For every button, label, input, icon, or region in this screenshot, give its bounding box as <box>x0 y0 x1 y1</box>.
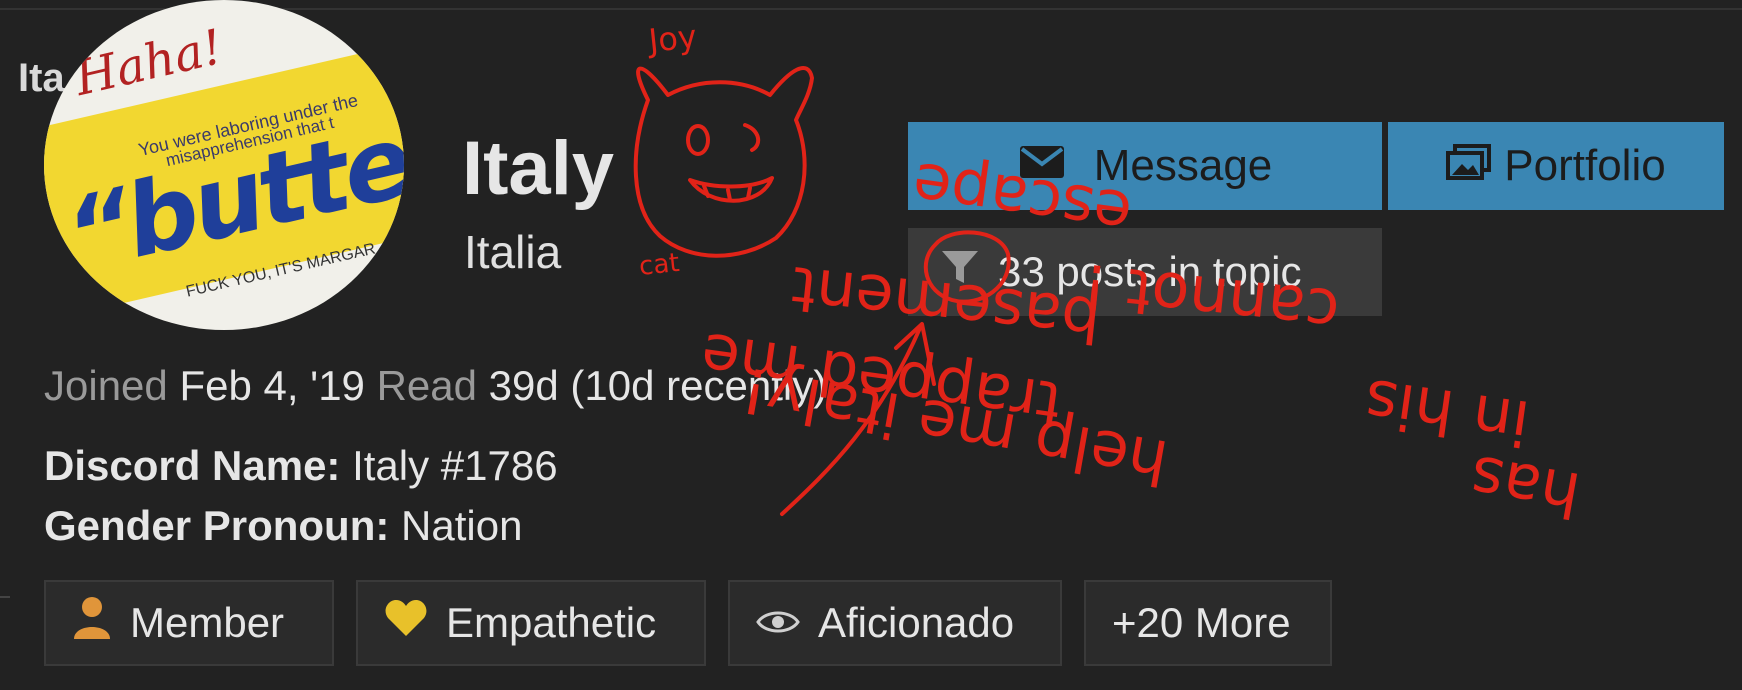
portfolio-button[interactable]: Portfolio <box>1388 122 1724 210</box>
read-value: 39d (10d recently) <box>488 362 828 409</box>
devil-teeth <box>702 184 752 202</box>
field-value: Nation <box>401 502 523 549</box>
badge-aficionado[interactable]: Aficionado <box>728 580 1062 666</box>
joined-read-stats: Joined Feb 4, '19 Read 39d (10d recently… <box>44 362 827 410</box>
devil-eye-right <box>743 123 761 152</box>
posts-in-topic-filter[interactable]: 33 posts in topic <box>908 228 1382 316</box>
badge-label: Member <box>130 599 285 646</box>
profile-name: Italy <box>462 126 615 211</box>
field-label: Gender Pronoun: <box>44 502 390 549</box>
posts-count-label: 33 posts in topic <box>998 248 1302 295</box>
annotation-arrow-shaft <box>780 326 922 516</box>
annotation-cat: cat <box>638 248 681 282</box>
left-divider <box>0 596 10 598</box>
avatar[interactable]: Haha! You were laboring under the misapp… <box>44 0 404 330</box>
person-icon <box>72 595 112 651</box>
annotation-arrow-head <box>894 322 936 386</box>
devil-face-outline <box>633 65 814 258</box>
tab-label-partial[interactable]: Ita <box>18 56 65 101</box>
badge-label: +20 More <box>1112 599 1291 646</box>
message-button[interactable]: Message <box>908 122 1382 210</box>
field-value: Italy #1786 <box>352 442 558 489</box>
joined-value: Feb 4, '19 <box>179 362 365 409</box>
field-gender-pronoun: Gender Pronoun: Nation <box>44 502 522 550</box>
annotation-joy: Joy <box>645 17 699 60</box>
annotation-in-his: in his <box>1360 365 1534 460</box>
badge-label: Empathetic <box>446 599 657 646</box>
badge-member[interactable]: Member <box>44 580 334 666</box>
devil-mouth <box>688 176 774 203</box>
portfolio-label: Portfolio <box>1504 141 1666 190</box>
profile-subname: Italia <box>464 226 562 278</box>
badge-more[interactable]: +20 More <box>1084 580 1332 666</box>
envelope-icon <box>1018 141 1066 191</box>
devil-eye-left <box>686 124 710 156</box>
eye-icon <box>756 599 800 647</box>
badge-label: Aficionado <box>818 599 1015 646</box>
filter-icon <box>940 247 980 297</box>
field-label: Discord Name: <box>44 442 341 489</box>
annotation-has: has <box>1465 441 1586 532</box>
field-discord-name: Discord Name: Italy #1786 <box>44 442 558 490</box>
badge-empathetic[interactable]: Empathetic <box>356 580 706 666</box>
joined-label: Joined <box>44 362 168 409</box>
message-label: Message <box>1093 141 1273 190</box>
images-icon <box>1446 141 1492 191</box>
heart-icon <box>384 598 428 648</box>
read-label: Read <box>376 362 477 409</box>
